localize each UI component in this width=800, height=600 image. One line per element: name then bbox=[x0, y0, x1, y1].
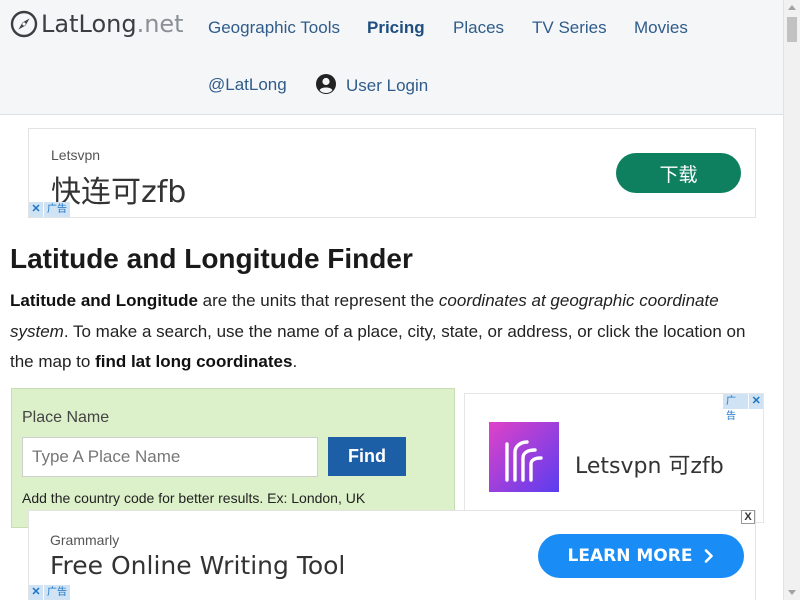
ad-banner-right[interactable]: Letsvpn 可zfb 广告 ✕ bbox=[464, 393, 764, 523]
ad-headline: Free Online Writing Tool bbox=[50, 551, 346, 580]
nav-places[interactable]: Places bbox=[453, 18, 504, 38]
ad-choices[interactable]: ✕ 广告 bbox=[29, 202, 70, 217]
user-circle-icon[interactable] bbox=[315, 73, 337, 95]
ad-close-icon[interactable]: ✕ bbox=[29, 202, 43, 217]
scrollbar-thumb[interactable] bbox=[787, 17, 797, 42]
ad-close-icon[interactable]: ✕ bbox=[29, 585, 43, 600]
ad-label: 广告 bbox=[723, 394, 749, 422]
ad-brand: Grammarly bbox=[50, 532, 120, 548]
ad-brand: Letsvpn bbox=[51, 147, 101, 163]
find-button[interactable]: Find bbox=[328, 437, 406, 476]
ad-banner-bottom[interactable]: Grammarly Free Online Writing Tool LEARN… bbox=[28, 510, 756, 600]
ad-choices[interactable]: 广告 ✕ bbox=[722, 394, 763, 422]
nav-movies[interactable]: Movies bbox=[634, 18, 688, 38]
nav-twitter-latlong[interactable]: @LatLong bbox=[208, 75, 287, 95]
logo-tld-text: .net bbox=[136, 10, 184, 38]
nav-user-login[interactable]: User Login bbox=[346, 76, 428, 96]
ad-label: 广告 bbox=[44, 202, 70, 217]
logo-main-text: LatLong bbox=[41, 10, 137, 38]
site-logo[interactable]: LatLong.net bbox=[10, 10, 184, 38]
site-header: LatLong.net Geographic Tools Pricing Pla… bbox=[0, 0, 783, 115]
place-name-label: Place Name bbox=[22, 409, 110, 426]
compass-icon bbox=[10, 10, 38, 38]
scroll-up-arrow-icon[interactable] bbox=[788, 5, 796, 10]
learn-more-button[interactable]: LEARN MORE bbox=[538, 534, 744, 578]
search-hint: Add the country code for better results.… bbox=[22, 490, 366, 506]
close-ad-icon[interactable]: X bbox=[741, 510, 755, 524]
intro-bold-text: Latitude and Longitude bbox=[10, 291, 198, 310]
vertical-scrollbar[interactable] bbox=[783, 0, 800, 600]
ad-label: 广告 bbox=[44, 585, 70, 600]
intro-paragraph: Latitude and Longitude are the units tha… bbox=[10, 286, 770, 378]
scroll-down-arrow-icon[interactable] bbox=[788, 590, 796, 595]
ad-headline: 快连可zfb bbox=[51, 175, 187, 210]
place-name-input[interactable] bbox=[22, 437, 318, 477]
chevron-right-icon bbox=[705, 549, 714, 563]
intro-text: . bbox=[292, 352, 298, 371]
ad-banner-top[interactable]: Letsvpn 快连可zfb 下载 ✕ 广告 bbox=[28, 128, 756, 218]
place-search-panel: Place Name Find Add the country code for… bbox=[11, 388, 455, 528]
ad-choices[interactable]: ✕ 广告 bbox=[29, 585, 70, 600]
letsvpn-app-icon bbox=[489, 422, 559, 492]
intro-text: are the units that represent the bbox=[197, 291, 439, 310]
nav-pricing[interactable]: Pricing bbox=[367, 18, 425, 38]
nav-geographic-tools[interactable]: Geographic Tools bbox=[208, 18, 340, 38]
page-title: Latitude and Longitude Finder bbox=[10, 243, 413, 274]
ad-download-button[interactable]: 下载 bbox=[616, 153, 741, 193]
learn-more-label: LEARN MORE bbox=[567, 546, 693, 566]
intro-bold-text: find lat long coordinates bbox=[95, 352, 293, 371]
ad-app-title: Letsvpn 可zfb bbox=[575, 454, 724, 479]
ad-close-icon[interactable]: ✕ bbox=[749, 394, 763, 409]
nav-tv-series[interactable]: TV Series bbox=[532, 18, 607, 38]
logo-text: LatLong.net bbox=[41, 10, 184, 38]
